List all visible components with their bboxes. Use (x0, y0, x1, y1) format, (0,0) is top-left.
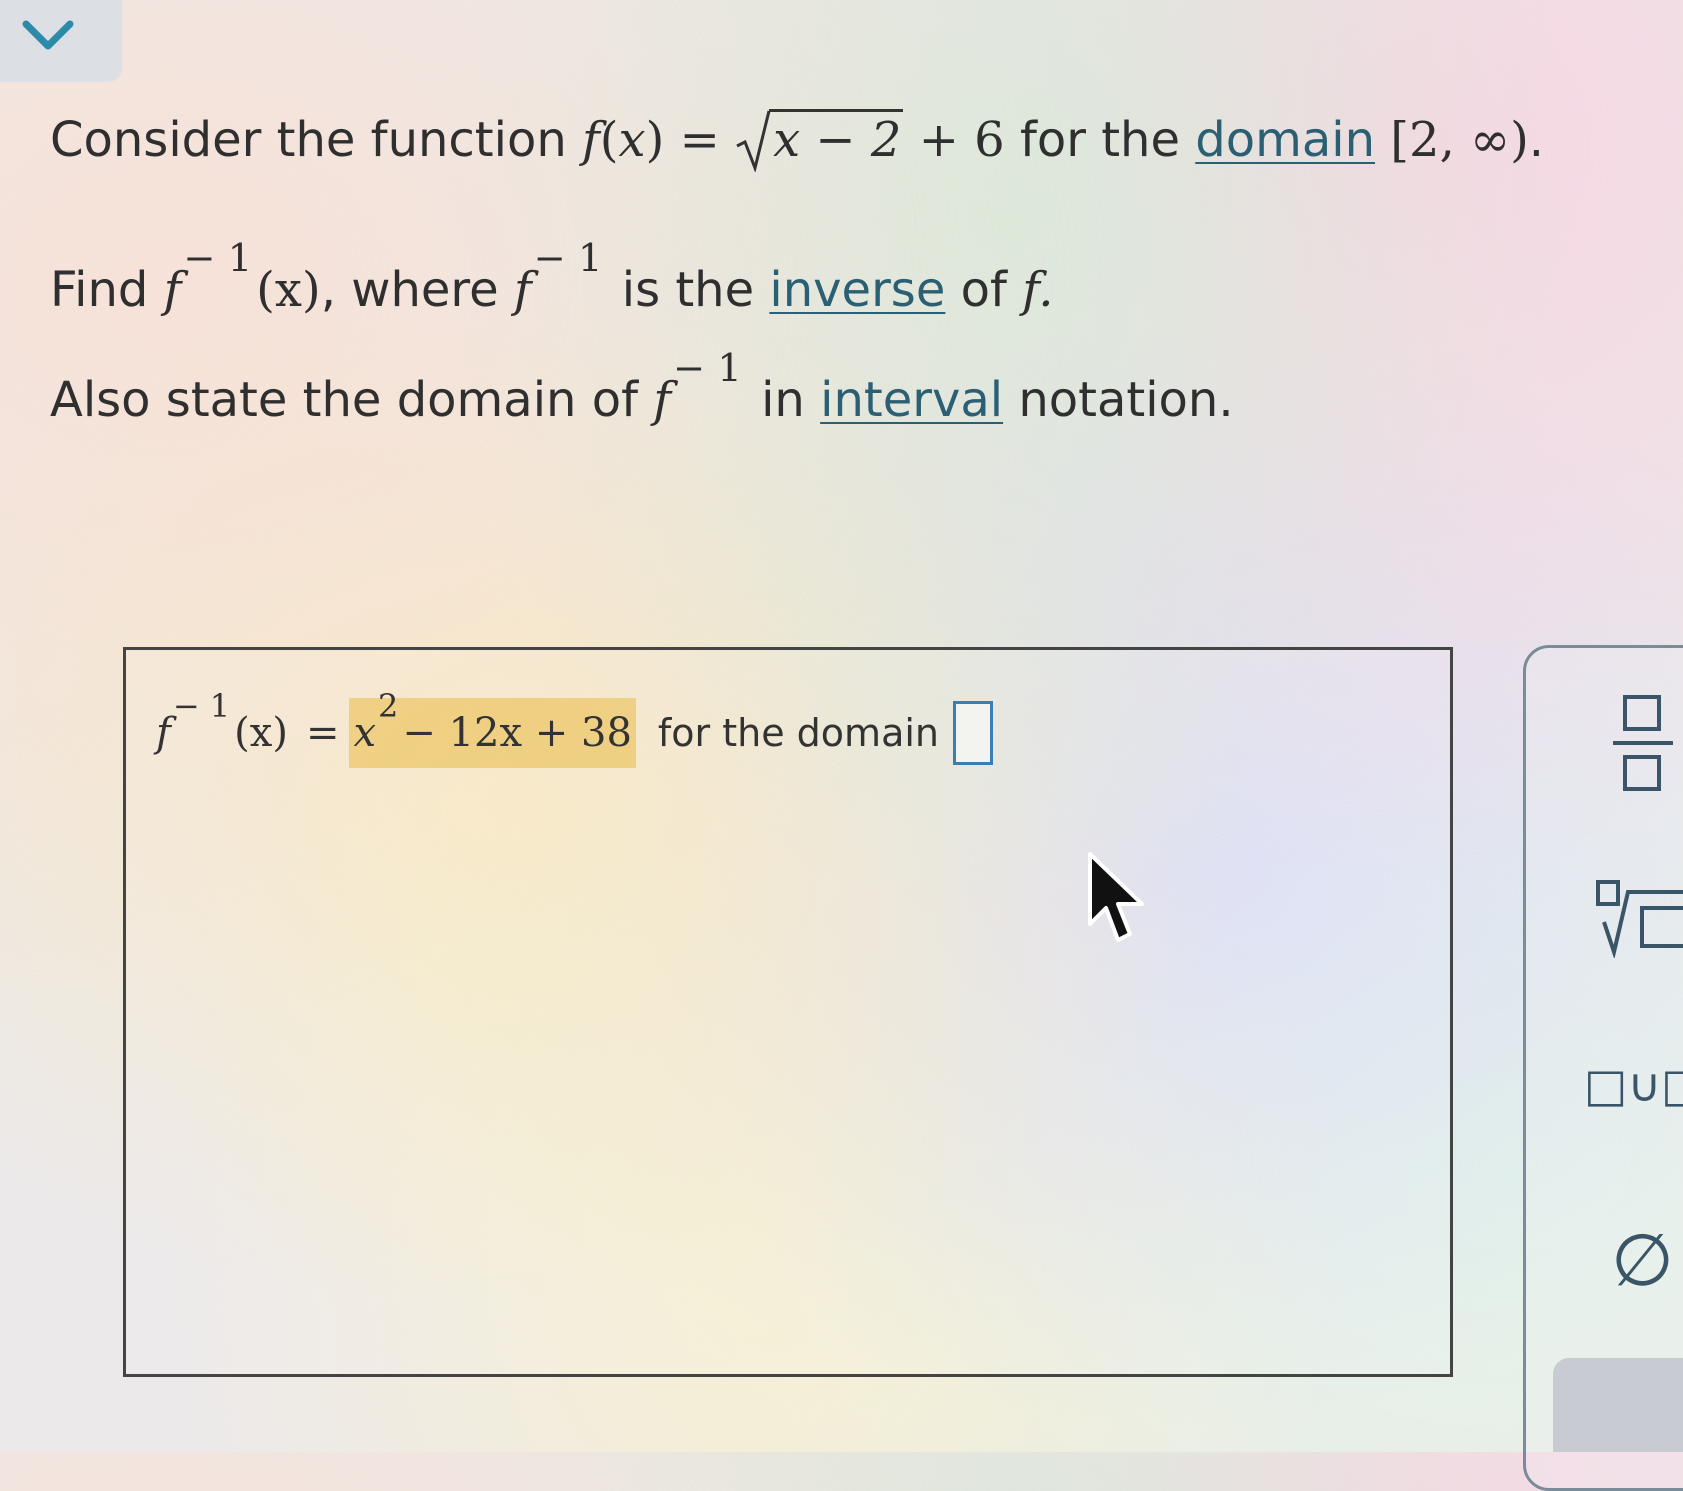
answer-box[interactable]: f− 1(x) = x2− 12x + 38 for the domain (123, 647, 1453, 1377)
function-expression: f(x) = x − 2 + 6 (582, 109, 1020, 172)
domain-link[interactable]: domain (1195, 112, 1375, 168)
nth-root-icon (1596, 880, 1683, 960)
domain-label: for the domain (657, 711, 939, 755)
answer-line: f− 1(x) = x2− 12x + 38 for the domain (156, 687, 993, 768)
union-button[interactable]: □∪□ (1584, 1058, 1683, 1112)
empty-set-button[interactable]: ∅ (1611, 1218, 1674, 1302)
question-text: Consider the function (50, 112, 567, 168)
inverse-function-label: f− 1(x) (156, 687, 288, 756)
nth-root-button[interactable] (1594, 878, 1683, 962)
fraction-icon (1613, 695, 1673, 791)
question-line-1: Consider the function f(x) = x − 2 + 6 f… (50, 109, 1544, 172)
collapse-tab[interactable] (0, 0, 122, 82)
fraction-button[interactable] (1611, 693, 1675, 797)
question-line-3: Also state the domain of f− 1 in interva… (50, 346, 1234, 428)
palette-footer (1553, 1358, 1683, 1452)
inverse-link[interactable]: inverse (769, 262, 945, 318)
domain-input[interactable] (953, 701, 993, 765)
answer-expression-highlighted[interactable]: x2− 12x + 38 (349, 687, 636, 768)
domain-interval: [2, ∞) (1390, 112, 1529, 168)
interval-link[interactable]: interval (820, 372, 1003, 428)
chevron-down-icon (22, 20, 74, 50)
square-root: x − 2 (735, 109, 904, 172)
question-line-2: Find f− 1(x), where f− 1 is the inverse … (50, 236, 1054, 318)
mouse-pointer-icon (1088, 852, 1148, 952)
